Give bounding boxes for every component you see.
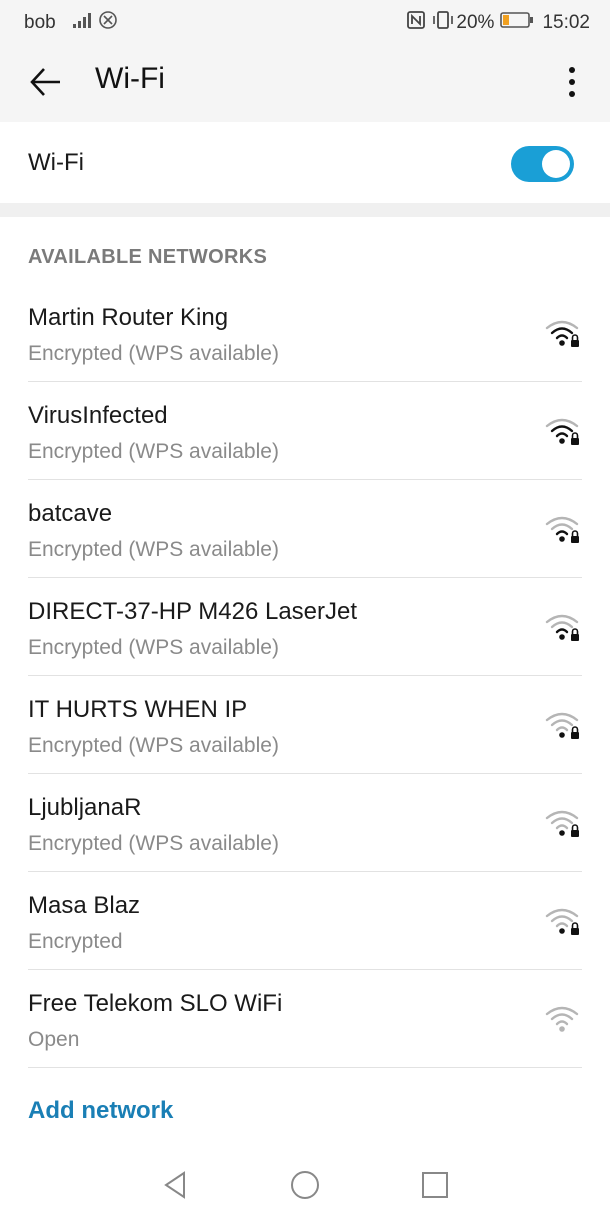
wifi-toggle-switch[interactable] — [511, 146, 574, 182]
more-vertical-icon — [569, 67, 575, 97]
more-options-button[interactable] — [560, 64, 584, 100]
network-security-status: Open — [28, 1028, 80, 1051]
carrier-name: bob — [24, 12, 56, 33]
network-name: LjubljanaR — [28, 794, 142, 821]
no-sim-icon — [98, 10, 118, 36]
status-bar-right: 20% 15:02 — [406, 10, 590, 36]
nav-recents-button[interactable] — [418, 1168, 452, 1202]
status-bar: bob 20% 15:02 — [0, 0, 610, 42]
network-item[interactable]: Masa Blaz Encrypted — [0, 872, 610, 970]
network-list: Martin Router King Encrypted (WPS availab… — [0, 284, 610, 1068]
wifi-locked-icon — [543, 415, 585, 447]
arrow-left-icon — [30, 68, 60, 96]
nav-home-button[interactable] — [288, 1168, 322, 1202]
network-name: Martin Router King — [28, 304, 229, 331]
network-security-status: Encrypted (WPS available) — [28, 342, 279, 365]
nfc-icon — [406, 10, 426, 36]
network-security-status: Encrypted (WPS available) — [28, 440, 279, 463]
network-item[interactable]: VirusInfected Encrypted (WPS available) — [0, 382, 610, 480]
battery-percent: 20% — [456, 12, 495, 33]
available-networks-header: AVAILABLE NETWORKS — [28, 246, 268, 268]
network-item[interactable]: LjubljanaR Encrypted (WPS available) — [0, 774, 610, 872]
network-name: batcave — [28, 500, 113, 527]
vibrate-icon — [432, 10, 454, 36]
wifi-locked-icon — [543, 611, 585, 643]
network-item[interactable]: IT HURTS WHEN IP Encrypted (WPS available… — [0, 676, 610, 774]
network-name: IT HURTS WHEN IP — [28, 696, 248, 723]
toggle-knob — [542, 150, 570, 178]
network-security-status: Encrypted (WPS available) — [28, 538, 279, 561]
network-item[interactable]: DIRECT-37-HP M426 LaserJet Encrypted (WPS… — [0, 578, 610, 676]
network-security-status: Encrypted (WPS available) — [28, 832, 279, 855]
nav-recents-icon — [422, 1172, 448, 1198]
wifi-locked-icon — [543, 905, 585, 937]
network-security-status: Encrypted (WPS available) — [28, 734, 279, 757]
nav-home-icon — [291, 1171, 319, 1199]
list-divider — [28, 1067, 582, 1068]
network-name: Free Telekom SLO WiFi — [28, 990, 283, 1017]
app-bar: Wi-Fi — [0, 42, 610, 122]
network-item[interactable]: Free Telekom SLO WiFi Open — [0, 970, 610, 1068]
wifi-toggle-label: Wi-Fi — [28, 149, 84, 176]
back-button[interactable] — [28, 64, 64, 100]
wifi-locked-icon — [543, 513, 585, 545]
network-item[interactable]: Martin Router King Encrypted (WPS availab… — [0, 284, 610, 382]
wifi-toggle-row[interactable]: Wi-Fi — [0, 122, 610, 206]
wifi-locked-icon — [543, 807, 585, 839]
network-security-status: Encrypted (WPS available) — [28, 636, 279, 659]
navigation-bar — [0, 1150, 610, 1220]
signal-bars-icon — [72, 11, 94, 35]
nav-back-icon — [164, 1171, 185, 1199]
wifi-locked-icon — [543, 709, 585, 741]
page-title: Wi-Fi — [95, 62, 165, 95]
clock: 15:02 — [542, 12, 590, 33]
network-name: Masa Blaz — [28, 892, 141, 919]
network-name: VirusInfected — [28, 402, 168, 429]
battery-icon — [500, 11, 534, 35]
network-name: DIRECT-37-HP M426 LaserJet — [28, 598, 358, 625]
add-network-button[interactable]: Add network — [28, 1097, 173, 1125]
nav-back-button[interactable] — [158, 1168, 192, 1202]
wifi-icon — [543, 1003, 585, 1035]
status-bar-left: bob — [24, 10, 118, 36]
wifi-locked-icon — [543, 317, 585, 349]
network-security-status: Encrypted — [28, 930, 123, 953]
section-divider — [0, 203, 610, 217]
network-item[interactable]: batcave Encrypted (WPS available) — [0, 480, 610, 578]
